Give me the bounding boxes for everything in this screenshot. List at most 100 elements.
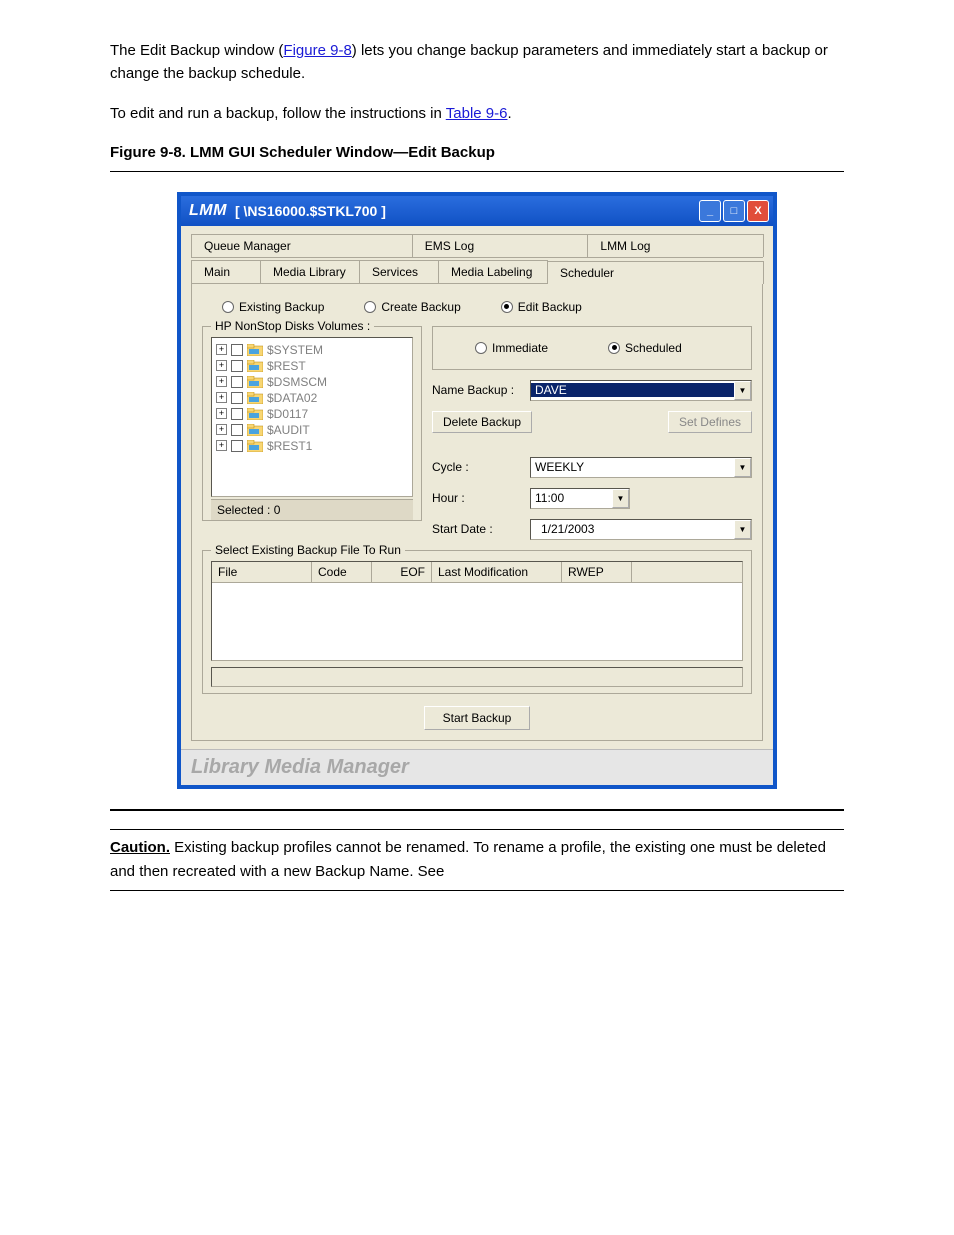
app-subtitle: [ \NS16000.$STKL700 ] [235,203,386,219]
hour-label: Hour : [432,491,522,505]
start-date-combo[interactable]: 1/21/2003 ▼ [530,519,752,540]
figure-caption: Figure 9-8. LMM GUI Scheduler Window—Edi… [110,144,844,161]
tree-item-label: $D0117 [267,407,308,421]
rule [110,890,844,891]
hour-value: 11:00 [531,491,612,505]
tab-ems-log[interactable]: EMS Log [412,234,589,257]
titlebar[interactable]: LMM [ \NS16000.$STKL700 ] _ □ X [181,196,773,226]
hour-row: Hour : 11:00 ▼ [432,488,752,509]
tab-lmm-log[interactable]: LMM Log [587,234,764,257]
col-last-mod[interactable]: Last Modification [432,562,562,582]
disk-icon [247,440,263,452]
start-backup-button[interactable]: Start Backup [424,706,531,730]
tree-item[interactable]: +$SYSTEM [216,342,408,358]
tree-item[interactable]: + $DSMSCM [216,374,408,390]
dropdown-icon[interactable]: ▼ [612,489,629,508]
checkbox[interactable] [231,392,243,404]
checkbox[interactable] [231,360,243,372]
app-window: LMM [ \NS16000.$STKL700 ] _ □ X Queue Ma… [177,192,777,789]
expand-icon[interactable]: + [216,344,227,355]
table-link[interactable]: Table 9-6 [446,105,508,122]
list-header: File Code EOF Last Modification RWEP [212,562,742,583]
radio-create-backup[interactable]: Create Backup [364,300,460,314]
rule [110,171,844,172]
tree-item[interactable]: + $REST [216,358,408,374]
col-file[interactable]: File [212,562,312,582]
dropdown-icon[interactable]: ▼ [734,520,751,539]
radio-icon [608,342,620,354]
dropdown-icon[interactable]: ▼ [734,458,751,477]
disk-icon [247,376,263,388]
set-defines-button: Set Defines [668,411,752,433]
radio-icon [475,342,487,354]
rule [110,829,844,830]
dropdown-icon[interactable]: ▼ [734,381,751,400]
start-date-row: Start Date : 1/21/2003 ▼ [432,519,752,540]
existing-file-list[interactable]: File Code EOF Last Modification RWEP [211,561,743,661]
checkbox[interactable] [231,376,243,388]
tree-item[interactable]: +$REST1 [216,438,408,454]
col-eof[interactable]: EOF [372,562,432,582]
disks-groupbox: HP NonStop Disks Volumes : +$SYSTEM+$RES… [202,326,422,521]
paragraph-2: To edit and run a backup, follow the ins… [110,103,844,126]
expand-icon[interactable]: + [216,376,227,387]
name-backup-row: Name Backup : DAVE ▼ [432,380,752,401]
checkbox[interactable] [231,424,243,436]
name-backup-combo[interactable]: DAVE ▼ [530,380,752,401]
radio-existing-backup[interactable]: Existing Backup [222,300,324,314]
minimize-button[interactable]: _ [699,200,721,222]
tab-content: Existing Backup Create Backup Edit Backu… [191,283,763,741]
hour-combo[interactable]: 11:00 ▼ [530,488,630,509]
text: . [507,105,511,122]
cycle-value: WEEKLY [531,460,734,474]
tab-services[interactable]: Services [359,260,439,283]
delete-backup-button[interactable]: Delete Backup [432,411,532,433]
text: The Edit Backup window ( [110,42,283,59]
tab-scheduler[interactable]: Scheduler [547,261,764,284]
paragraph-1: The Edit Backup window (Figure 9-8) lets… [110,40,844,85]
radio-immediate[interactable]: Immediate [475,341,548,355]
col-rwep[interactable]: RWEP [562,562,632,582]
caution-label: Caution. [110,839,170,856]
expand-icon[interactable]: + [216,392,227,403]
tree-item-label: $DSMSCM [267,375,327,389]
checkbox[interactable] [231,408,243,420]
app-title: LMM [189,202,227,220]
expand-icon[interactable]: + [216,360,227,371]
radio-icon [364,301,376,313]
existing-file-group-label: Select Existing Backup File To Run [211,543,405,557]
col-code[interactable]: Code [312,562,372,582]
tab-row-top: Queue Manager EMS Log LMM Log [191,234,763,258]
checkbox[interactable] [231,440,243,452]
cycle-combo[interactable]: WEEKLY ▼ [530,457,752,478]
tree-item[interactable]: +$DATA02 [216,390,408,406]
disk-icon [247,344,263,356]
radio-label: Edit Backup [518,300,582,314]
tab-main[interactable]: Main [191,260,261,283]
start-date-label: Start Date : [432,522,522,536]
footer-brand: Library Media Manager [181,749,773,785]
tree-item[interactable]: + $D0117 [216,406,408,422]
selected-count: Selected : 0 [211,499,413,520]
cycle-label: Cycle : [432,460,522,474]
disk-icon [247,360,263,372]
name-backup-value: DAVE [531,383,734,397]
radio-edit-backup[interactable]: Edit Backup [501,300,582,314]
tab-media-labeling[interactable]: Media Labeling [438,260,548,283]
tree-item[interactable]: +$AUDIT [216,422,408,438]
expand-icon[interactable]: + [216,408,227,419]
radio-scheduled[interactable]: Scheduled [608,341,682,355]
close-button[interactable]: X [747,200,769,222]
tab-queue-manager[interactable]: Queue Manager [191,234,413,257]
checkbox[interactable] [231,344,243,356]
expand-icon[interactable]: + [216,424,227,435]
figure-link[interactable]: Figure 9-8 [283,42,351,59]
name-backup-label: Name Backup : [432,383,522,397]
tree-item-label: $REST [267,359,306,373]
maximize-button[interactable]: □ [723,200,745,222]
tab-media-library[interactable]: Media Library [260,260,360,283]
disk-tree[interactable]: +$SYSTEM+$REST+$DSMSCM+$DATA02+$D0117+$A… [211,337,413,497]
expand-icon[interactable]: + [216,440,227,451]
status-strip [211,667,743,687]
radio-icon [222,301,234,313]
